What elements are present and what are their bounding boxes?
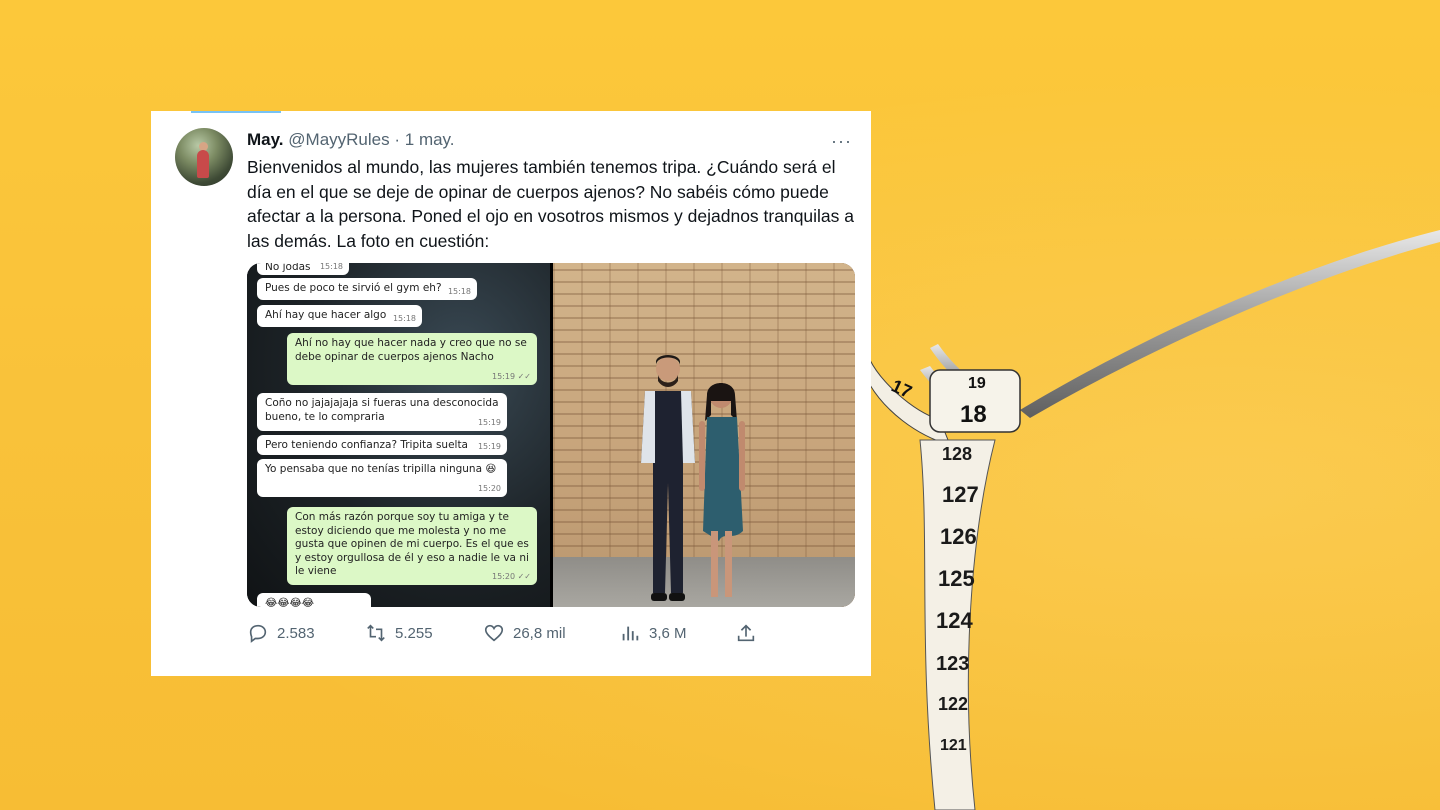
chat-bubble-in: Pero teniendo confianza? Tripita suelta 1… <box>257 435 507 455</box>
fork-handle <box>1020 230 1440 418</box>
view-count: 3,6 M <box>649 624 687 642</box>
like-button[interactable]: 26,8 mil <box>483 621 566 645</box>
tape-number: 126 <box>940 524 977 549</box>
tape-number: 128 <box>942 444 972 464</box>
chat-bubble-out: Ahí no hay que hacer nada y creo que no … <box>287 333 537 385</box>
views-button[interactable]: 3,6 M <box>619 621 687 645</box>
chat-bubble-in: Pues de poco te sirvió el gym eh? 15:18 <box>257 278 477 300</box>
chat-bubble-in: No jodas 15:18 <box>257 263 349 275</box>
couple-photo[interactable] <box>553 263 855 607</box>
tape-number-19: 19 <box>968 375 986 392</box>
chat-bubble-out: Con más razón porque soy tu amiga y te e… <box>287 507 537 585</box>
reply-count: 2.583 <box>277 624 315 642</box>
retweet-count: 5.255 <box>395 624 433 642</box>
retweet-button[interactable]: 5.255 <box>365 621 433 645</box>
tape-number-18: 18 <box>960 401 987 428</box>
like-count: 26,8 mil <box>513 624 566 642</box>
tape-number: 124 <box>936 608 973 633</box>
fork-measuring-tape-illustration: 18 19 17 128 127 126 125 124 123 122 121 <box>869 230 1440 810</box>
chat-bubble-in: 😂😂😂😂 <box>257 593 371 607</box>
views-icon <box>622 626 639 641</box>
share-icon <box>737 624 755 642</box>
tape-number: 122 <box>938 694 968 714</box>
tape-number: 125 <box>938 566 975 591</box>
tape-number: 121 <box>940 737 967 754</box>
tape-coil: 18 19 17 <box>869 359 1021 446</box>
tweet-card[interactable]: May. @MayyRules · 1 may. ··· Bienvenidos… <box>151 111 871 676</box>
header-separator: · <box>394 130 401 149</box>
retweet-icon <box>367 624 385 642</box>
tape-number: 123 <box>936 653 969 675</box>
tape-number: 127 <box>942 482 979 507</box>
avatar[interactable] <box>175 128 233 186</box>
reply-icon <box>249 624 267 643</box>
author-name[interactable]: May. <box>247 130 284 149</box>
chat-bubble-in: Coño no jajajajaja si fueras una descono… <box>257 393 507 431</box>
like-icon <box>484 624 504 642</box>
tweet-media[interactable]: No jodas 15:18 Pues de poco te sirvió el … <box>247 263 855 607</box>
share-button[interactable] <box>735 621 757 645</box>
author-handle[interactable]: @MayyRules <box>288 130 389 149</box>
tweet-date[interactable]: 1 may. <box>405 130 455 149</box>
tweet-top-accent <box>191 111 281 113</box>
chat-bubble-in: Yo pensaba que no tenías tripilla ningun… <box>257 459 507 497</box>
photo-woman <box>699 383 745 597</box>
chat-bubble-in: Ahí hay que hacer algo 15:18 <box>257 305 422 327</box>
tweet-actions: 2.583 5.255 26,8 mil 3,6 M <box>247 621 857 645</box>
more-options-icon[interactable]: ··· <box>831 131 852 152</box>
reply-button[interactable]: 2.583 <box>247 621 315 645</box>
tweet-text: Bienvenidos al mundo, las mujeres tambié… <box>247 157 855 251</box>
chat-screenshot[interactable]: No jodas 15:18 Pues de poco te sirvió el … <box>247 263 550 607</box>
tweet-header: May. @MayyRules · 1 may. <box>247 130 455 150</box>
avatar-figure-body <box>197 150 209 178</box>
